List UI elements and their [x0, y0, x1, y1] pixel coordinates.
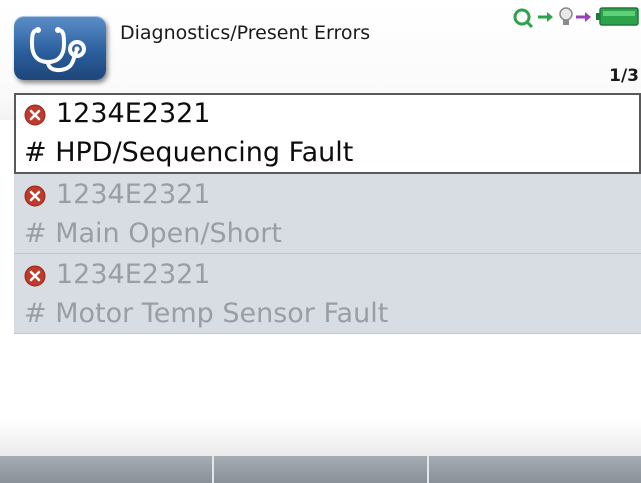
page-indicator: 1/3 — [609, 66, 639, 86]
error-code: 1234E2321 — [56, 98, 211, 129]
stethoscope-icon[interactable] — [14, 16, 106, 80]
error-code: 1234E2321 — [56, 259, 211, 290]
bulb-icon — [559, 7, 573, 25]
error-list: 1234E2321 # HPD/Sequencing Fault 1234E23… — [14, 93, 641, 334]
error-description: # Motor Temp Sensor Fault — [24, 298, 389, 329]
error-item[interactable]: 1234E2321 # HPD/Sequencing Fault — [14, 93, 641, 174]
error-description: # Main Open/Short — [24, 218, 282, 249]
status-icons — [510, 3, 641, 33]
error-item[interactable]: 1234E2321 # Main Open/Short — [14, 174, 641, 254]
error-x-icon — [24, 265, 46, 287]
softkey-bar — [0, 456, 641, 483]
error-description: # HPD/Sequencing Fault — [24, 137, 354, 168]
arrow-right-icon — [538, 12, 553, 22]
error-x-icon — [24, 104, 46, 126]
battery-icon — [596, 7, 639, 26]
softkey-middle[interactable] — [212, 456, 426, 483]
error-code: 1234E2321 — [56, 179, 211, 210]
diagnostics-screen: Diagnostics/Present Errors 1/3 1234E2321… — [0, 0, 641, 483]
softkey-left[interactable] — [0, 456, 212, 483]
arrow-right-icon — [576, 12, 591, 22]
softkey-right[interactable] — [426, 456, 641, 483]
page-title: Diagnostics/Present Errors — [120, 22, 371, 44]
error-x-icon — [24, 185, 46, 207]
error-item[interactable]: 1234E2321 # Motor Temp Sensor Fault — [14, 254, 641, 334]
footer-fade — [0, 420, 641, 456]
key-icon — [513, 8, 534, 29]
